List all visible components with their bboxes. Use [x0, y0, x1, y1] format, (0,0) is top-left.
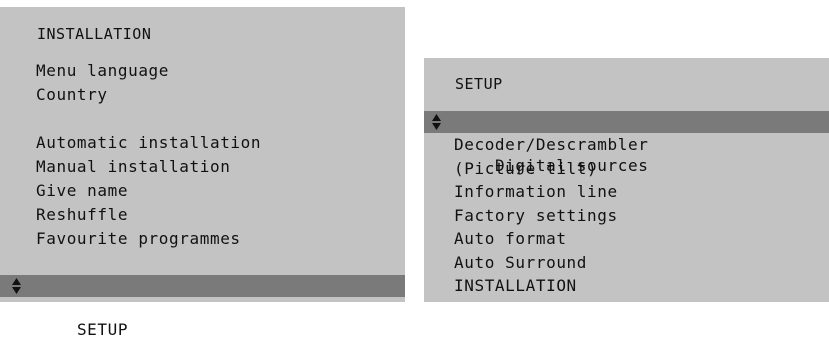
- menu-item-favourite-programmes[interactable]: Favourite programmes: [0, 228, 405, 250]
- menu-item-automatic-installation[interactable]: Automatic installation: [0, 132, 405, 154]
- installation-menu-panel: INSTALLATION Menu language Country Autom…: [0, 7, 405, 339]
- menu-item-information-line[interactable]: Information line: [424, 181, 829, 203]
- menu-item-digital-sources[interactable]: Digital sources: [424, 111, 829, 175]
- menu-item-auto-format[interactable]: Auto format: [424, 228, 829, 250]
- setup-menu-title: SETUP: [455, 75, 503, 93]
- menu-item-menu-language[interactable]: Menu language: [0, 60, 405, 82]
- up-down-arrows-icon: [12, 278, 21, 294]
- menu-item-give-name[interactable]: Give name: [0, 180, 405, 202]
- menu-item-factory-settings[interactable]: Factory settings: [424, 205, 829, 227]
- menu-item-decoder-descrambler[interactable]: Decoder/Descrambler: [424, 134, 829, 156]
- menu-item-reshuffle[interactable]: Reshuffle: [0, 204, 405, 226]
- up-down-arrows-icon: [432, 114, 441, 130]
- menu-item-installation[interactable]: INSTALLATION: [424, 275, 829, 297]
- menu-item-setup[interactable]: SETUP: [0, 275, 405, 339]
- menu-item-auto-surround[interactable]: Auto Surround: [424, 252, 829, 274]
- installation-menu-title: INSTALLATION: [37, 25, 152, 43]
- setup-menu-panel: SETUP Digital sources Decoder/Descramble…: [424, 58, 829, 302]
- menu-item-label: SETUP: [76, 320, 129, 339]
- menu-item-picture-tilt[interactable]: (Picture tilt): [424, 158, 829, 180]
- menu-item-country[interactable]: Country: [0, 84, 405, 106]
- menu-item-manual-installation[interactable]: Manual installation: [0, 156, 405, 178]
